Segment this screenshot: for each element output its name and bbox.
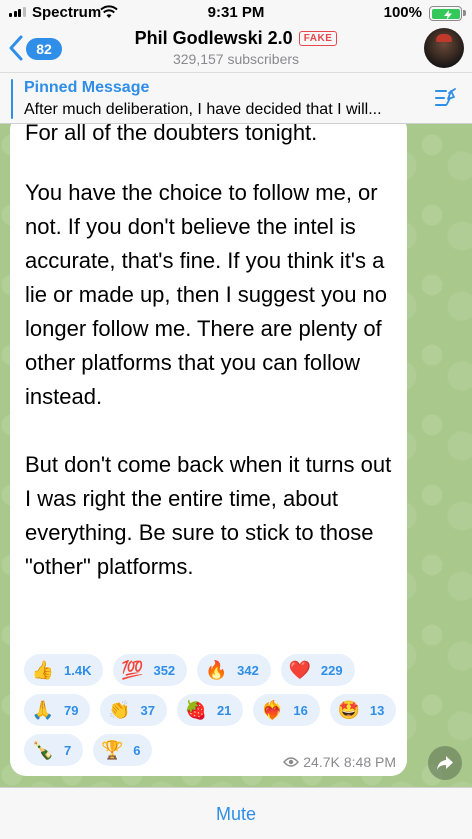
reaction-count: 7 — [64, 742, 72, 758]
heart-icon: ❤️ — [288, 659, 312, 680]
reaction-count: 13 — [369, 702, 385, 718]
reaction-champagne[interactable]: 🍾 7 — [24, 734, 84, 766]
subscriber-count: 329,157 subscribers — [172, 51, 300, 67]
reaction-count: 21 — [216, 702, 232, 718]
reaction-count: 1.4K — [64, 662, 92, 678]
chat-header: 82 Phil Godlewski 2.0 FAKE 329,157 subsc… — [0, 26, 472, 72]
reaction-thumbs-up[interactable]: 👍 1.4K — [24, 654, 104, 686]
folded-hands-icon: 🙏 — [31, 699, 55, 720]
pinned-list-icon[interactable] — [434, 87, 458, 109]
bottom-bar: Mute — [0, 787, 472, 839]
reaction-fire[interactable]: 🔥 342 — [197, 654, 271, 686]
message-text: You have the choice to follow me, or not… — [25, 180, 392, 579]
thumbs-up-icon: 👍 — [31, 659, 55, 680]
chat-area[interactable]: For all of the doubters tonight. You hav… — [0, 124, 472, 787]
fire-icon: 🔥 — [204, 659, 228, 680]
strawberry-icon: 🍓 — [184, 699, 208, 720]
champagne-icon: 🍾 — [31, 739, 55, 760]
reaction-count: 342 — [237, 662, 259, 678]
charging-bolt-icon — [443, 9, 452, 20]
reaction-heart[interactable]: ❤️ 229 — [280, 654, 355, 686]
mute-button[interactable]: Mute — [0, 804, 472, 825]
share-arrow-icon — [437, 756, 453, 770]
reaction-row: 🙏 79 👏 37 🍓 21 ❤️‍🔥 16 🤩 13 — [24, 694, 399, 726]
channel-avatar[interactable] — [424, 28, 464, 68]
fake-badge: FAKE — [298, 31, 338, 46]
reaction-count: 6 — [133, 742, 141, 758]
clapping-hands-icon: 👏 — [108, 699, 131, 720]
channel-title-block[interactable]: Phil Godlewski 2.0 FAKE 329,157 subscrib… — [0, 28, 472, 67]
reaction-star-struck[interactable]: 🤩 13 — [329, 694, 397, 726]
pinned-message-bar[interactable]: Pinned Message After much deliberation, … — [0, 72, 472, 124]
heart-on-fire-icon: ❤️‍🔥 — [261, 699, 284, 720]
battery-percent: 100% — [383, 4, 422, 21]
reaction-count: 79 — [64, 702, 79, 718]
reaction-trophy[interactable]: 🏆 6 — [93, 734, 153, 766]
reaction-count: 229 — [320, 662, 343, 678]
pinned-text: After much deliberation, I have decided … — [24, 101, 382, 118]
view-count: 24.7K — [303, 754, 340, 770]
message-time: 8:48 PM — [343, 754, 396, 770]
status-bar: Spectrum 9:31 PM 100% — [0, 0, 472, 26]
reaction-clap[interactable]: 👏 37 — [100, 694, 167, 726]
reaction-hundred[interactable]: 💯 352 — [113, 654, 188, 686]
reaction-row: 👍 1.4K 💯 352 🔥 342 ❤️ 229 — [24, 654, 399, 686]
trophy-icon: 🏆 — [101, 739, 124, 760]
pinned-title: Pinned Message — [24, 79, 150, 96]
battery-nub — [463, 10, 466, 16]
hundred-points-icon: 💯 — [121, 659, 144, 680]
reaction-pray[interactable]: 🙏 79 — [24, 694, 91, 726]
message-cut-off-line: For all of the doubters tonight. — [25, 124, 318, 145]
message-meta: 24.7K 8:48 PM — [283, 754, 396, 770]
star-struck-icon: 🤩 — [337, 699, 361, 720]
reaction-count: 16 — [293, 702, 308, 718]
reaction-strawberry[interactable]: 🍓 21 — [176, 694, 244, 726]
reaction-heart-on-fire[interactable]: ❤️‍🔥 16 — [253, 694, 320, 726]
eye-icon — [283, 757, 300, 767]
reaction-count: 37 — [140, 702, 155, 718]
reaction-count: 352 — [153, 662, 176, 678]
share-button[interactable] — [428, 746, 462, 780]
battery-icon — [429, 6, 462, 21]
channel-title: Phil Godlewski 2.0 — [134, 28, 293, 48]
pinned-indicator — [11, 79, 13, 119]
